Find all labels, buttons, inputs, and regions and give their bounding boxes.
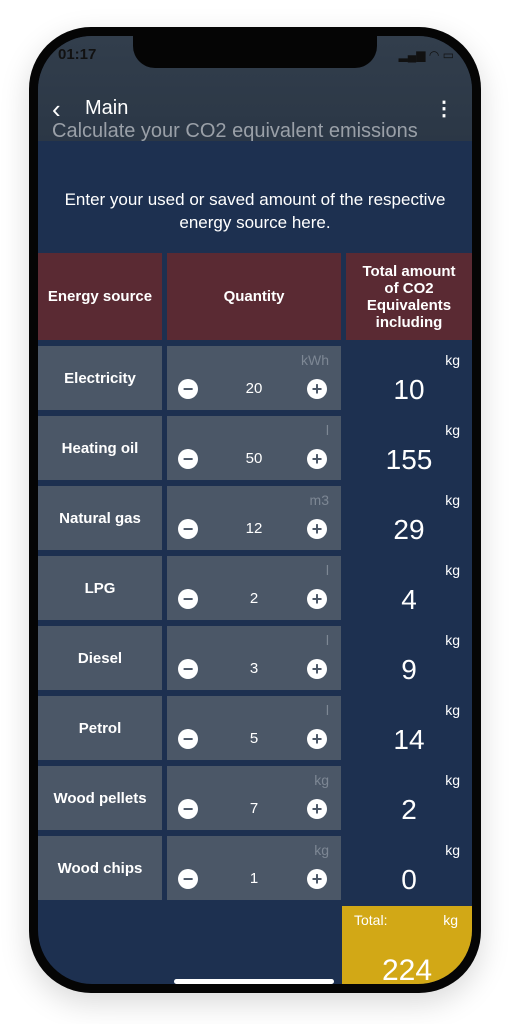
plus-icon[interactable]: + [307,659,327,679]
quantity-stepper: kg − 7 + [167,766,341,830]
quantity-stepper: l − 3 + [167,626,341,690]
result-unit: kg [445,352,460,368]
result-value: 14 [393,724,425,755]
energy-source-label: Wood chips [38,836,162,900]
total-unit: kg [443,912,458,928]
status-icons: ▂▄▆ ◠ ▭ [398,48,454,62]
energy-source-label: Heating oil [38,416,162,480]
header-total: Total amount of CO2 Equivalents includin… [346,253,472,340]
result-cell: kg 2 [346,766,472,830]
result-value: 9 [401,654,417,685]
result-value: 10 [393,374,425,405]
quantity-unit: kg [314,772,329,788]
result-value: 0 [401,864,417,895]
energy-source-label: Electricity [38,346,162,410]
plus-icon[interactable]: + [307,519,327,539]
result-cell: kg 14 [346,696,472,760]
quantity-stepper: l − 50 + [167,416,341,480]
notch [133,36,377,68]
quantity-unit: m3 [309,492,329,508]
result-value: 155 [385,444,433,475]
quantity-stepper: m3 − 12 + [167,486,341,550]
page-subtitle: Calculate your CO2 equivalent emissions [52,120,418,142]
quantity-stepper: l − 2 + [167,556,341,620]
energy-source-label: Natural gas [38,486,162,550]
result-cell: kg 10 [346,346,472,410]
result-unit: kg [445,422,460,438]
quantity-stepper: kWh − 20 + [167,346,341,410]
result-cell: kg 4 [346,556,472,620]
plus-icon[interactable]: + [307,799,327,819]
plus-icon[interactable]: + [307,449,327,469]
result-unit: kg [445,772,460,788]
total-value: 224 [381,954,433,984]
header-quantity: Quantity [167,253,341,340]
result-value: 29 [393,514,425,545]
result-unit: kg [445,562,460,578]
header-energy-source: Energy source [38,253,162,340]
quantity-unit: kg [314,842,329,858]
result-cell: kg 29 [346,486,472,550]
page-title: Main [85,97,129,119]
plus-icon[interactable]: + [307,869,327,889]
energy-source-label: Wood pellets [38,766,162,830]
status-time: 01:17 [58,46,97,63]
plus-icon[interactable]: + [307,589,327,609]
result-value: 2 [401,794,417,825]
result-value: 4 [401,584,417,615]
plus-icon[interactable]: + [307,729,327,749]
energy-source-label: LPG [38,556,162,620]
quantity-stepper: kg − 1 + [167,836,341,900]
quantity-unit: l [325,702,329,718]
energy-source-label: Diesel [38,626,162,690]
result-cell: kg 155 [346,416,472,480]
total-label: Total: [354,912,388,928]
quantity-unit: l [325,422,329,438]
result-unit: kg [445,632,460,648]
intro-text: Enter your used or saved amount of the r… [64,190,446,232]
plus-icon[interactable]: + [307,379,327,399]
result-unit: kg [445,702,460,718]
screen: 01:17 ▂▄▆ ◠ ▭ ‹ Main ⋮ Calculate your CO… [38,36,472,984]
more-menu-icon[interactable]: ⋮ [434,96,454,121]
home-indicator[interactable] [174,979,334,984]
quantity-stepper: l − 5 + [167,696,341,760]
result-cell: kg 0 [346,836,472,900]
result-cell: kg 9 [346,626,472,690]
total-box: Total: kg 224 [342,906,472,984]
quantity-unit: l [325,562,329,578]
quantity-unit: l [325,632,329,648]
quantity-unit: kWh [301,352,329,368]
result-unit: kg [445,842,460,858]
result-unit: kg [445,492,460,508]
energy-source-label: Petrol [38,696,162,760]
